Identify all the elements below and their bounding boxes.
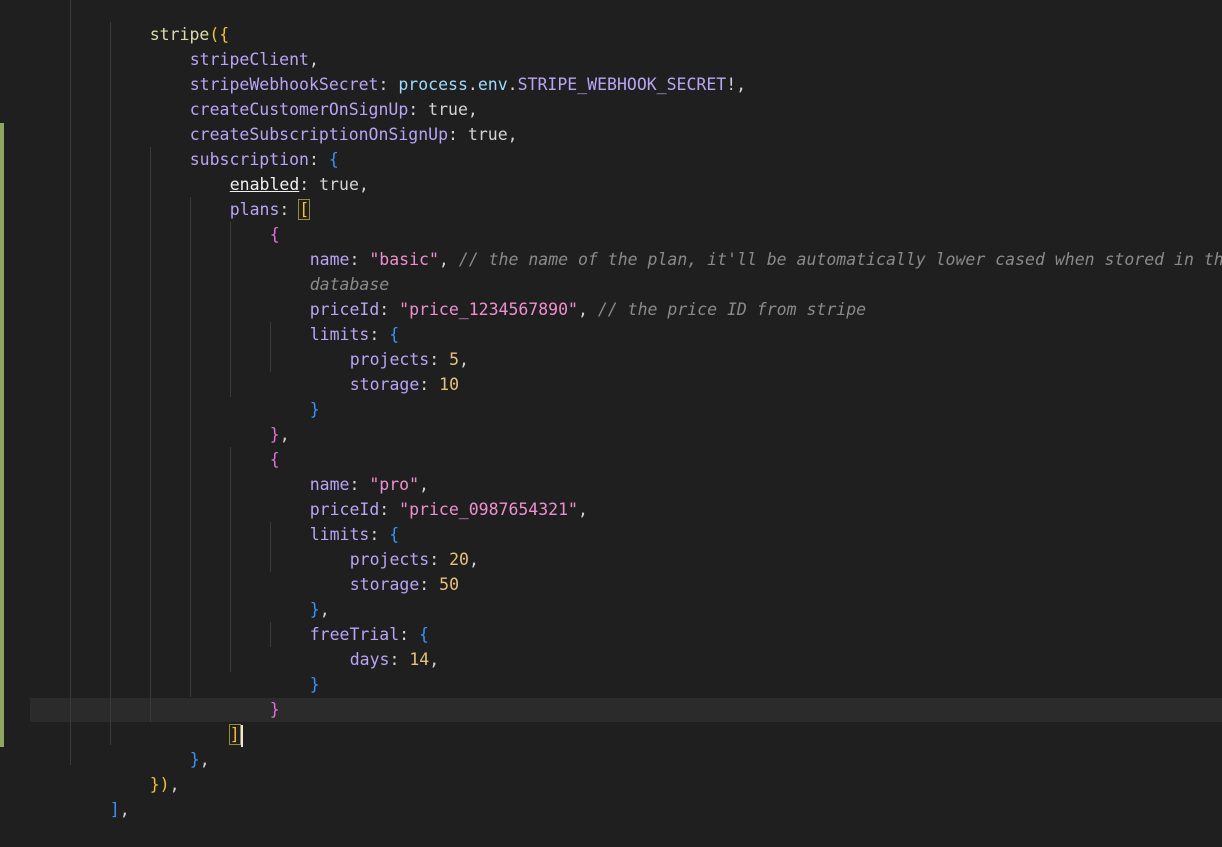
code-line[interactable]: storage: 50 <box>310 547 459 594</box>
punctuation: , <box>279 425 290 444</box>
code-line[interactable]: ], <box>70 772 130 819</box>
property-key: storage <box>349 575 420 594</box>
property-key: days <box>349 650 390 669</box>
punctuation: : <box>389 650 410 669</box>
number-literal: 14 <box>409 650 430 669</box>
punctuation: , <box>119 800 130 819</box>
text-cursor <box>240 724 243 747</box>
punctuation: , <box>199 750 210 769</box>
property-key: storage <box>349 375 420 394</box>
code-line[interactable]: }), <box>110 747 180 794</box>
indent-guide <box>70 0 71 765</box>
punctuation: : <box>419 375 440 394</box>
code-line-current[interactable]: ] <box>190 697 243 747</box>
string-literal: "price_1234567890" <box>399 300 578 319</box>
string-literal: "price_0987654321" <box>399 500 578 519</box>
matched-bracket: ] <box>228 724 241 745</box>
code-line[interactable]: subscription: { <box>150 122 339 169</box>
number-literal: 10 <box>439 375 460 394</box>
punctuation: , <box>358 175 369 194</box>
comment: // the price ID from stripe <box>597 300 867 319</box>
code-line[interactable]: projects: 20, <box>310 522 479 569</box>
boolean-literal: true <box>319 175 359 194</box>
indent-guide <box>110 22 111 745</box>
bracket: } <box>189 750 200 769</box>
code-line-wrapped[interactable]: database <box>270 247 389 294</box>
bracket: } <box>309 400 320 419</box>
punctuation: , <box>468 550 479 569</box>
indent-guide <box>150 147 151 722</box>
code-line[interactable]: } <box>270 647 320 694</box>
code-line[interactable]: }, <box>270 572 330 619</box>
code-line[interactable]: { <box>230 197 280 244</box>
punctuation: , <box>577 500 588 519</box>
git-modified-gutter-indicator <box>0 123 4 747</box>
code-line[interactable]: limits: { <box>270 297 399 344</box>
code-line[interactable]: storage: 10 <box>310 347 459 394</box>
punctuation: !, <box>726 75 747 94</box>
code-line[interactable]: priceId: "price_0987654321", <box>270 472 588 519</box>
punctuation: , <box>438 250 459 269</box>
code-line[interactable]: } <box>230 672 280 719</box>
code-line[interactable]: stripe({ <box>110 0 229 44</box>
identifier: env <box>477 75 508 94</box>
punctuation: , <box>169 775 180 794</box>
code-line[interactable]: createSubscriptionOnSignUp: true, <box>150 97 518 144</box>
code-line[interactable]: limits: { <box>270 497 399 544</box>
bracket: } <box>269 700 280 719</box>
bracket: }) <box>149 775 170 794</box>
code-line[interactable]: days: 14, <box>310 622 439 669</box>
boolean-literal: true <box>467 125 508 144</box>
code-line[interactable]: name: "pro", <box>270 447 429 494</box>
bracket: } <box>309 675 320 694</box>
bracket: ] <box>109 800 120 819</box>
punctuation: . <box>507 75 518 94</box>
code-line[interactable]: freeTrial: { <box>270 597 429 644</box>
punctuation: : <box>419 575 440 594</box>
code-line[interactable]: createCustomerOnSignUp: true, <box>150 72 478 119</box>
punctuation: , <box>577 300 598 319</box>
code-line[interactable]: plans: [ <box>190 172 311 220</box>
code-line[interactable]: stripeClient, <box>150 22 319 69</box>
punctuation: : <box>448 125 468 144</box>
code-line[interactable]: } <box>270 372 320 419</box>
punctuation: : <box>279 200 300 219</box>
constant: STRIPE_WEBHOOK_SECRET <box>517 75 727 94</box>
code-line[interactable]: }, <box>150 722 210 769</box>
code-line[interactable]: projects: 5, <box>310 322 469 369</box>
punctuation: , <box>429 650 440 669</box>
number-literal: 50 <box>439 575 460 594</box>
indent-guide <box>190 197 191 697</box>
code-line[interactable]: }, <box>230 397 290 444</box>
punctuation: , <box>507 125 518 144</box>
matched-bracket: [ <box>298 199 311 220</box>
code-line[interactable]: { <box>230 422 280 469</box>
code-line[interactable]: enabled: true, <box>190 147 369 194</box>
code-line[interactable]: name: "basic", // the name of the plan, … <box>270 222 1222 269</box>
comment: // the name of the plan, it'll be automa… <box>458 250 1222 269</box>
code-line[interactable]: stripeWebhookSecret: process.env.STRIPE_… <box>150 47 746 94</box>
code-editor[interactable]: stripe({ stripeClient, stripeWebhookSecr… <box>0 0 1222 819</box>
punctuation: , <box>459 350 469 369</box>
code-line[interactable]: priceId: "price_1234567890", // the pric… <box>270 272 866 319</box>
